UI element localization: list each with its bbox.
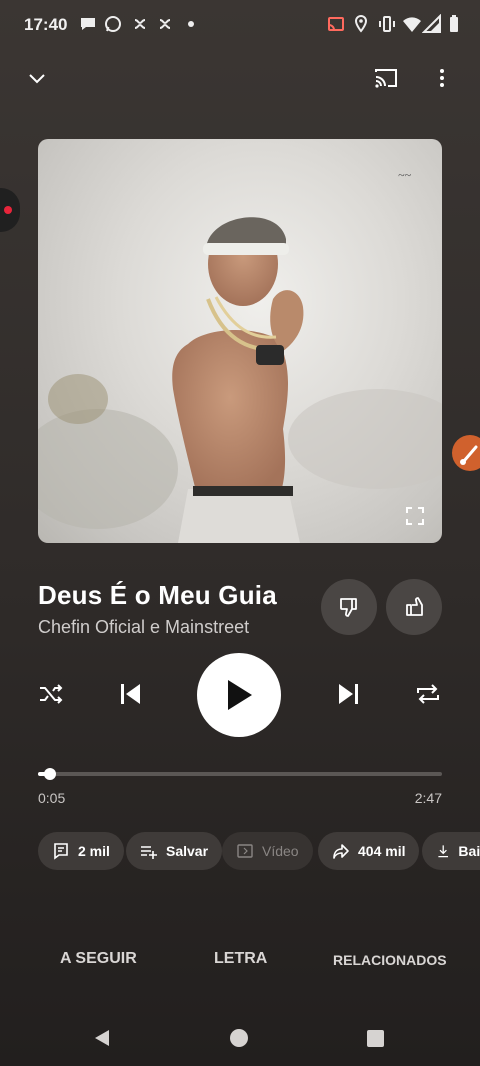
svg-text:~~: ~~ <box>398 168 411 182</box>
comment-icon <box>54 843 68 860</box>
brush-icon <box>460 445 478 465</box>
progress-thumb[interactable] <box>44 768 56 780</box>
thumbs-down-icon <box>340 598 357 617</box>
comments-count: 2 mil <box>78 843 110 859</box>
previous-button[interactable] <box>109 672 153 716</box>
download-icon <box>438 845 449 858</box>
share-count: 404 mil <box>358 843 406 859</box>
chat-notification-icon <box>81 18 95 30</box>
signal-icon <box>422 14 441 33</box>
whatsapp-icon <box>105 16 121 32</box>
nav-recents-button[interactable] <box>367 1030 384 1047</box>
more-options-button[interactable] <box>424 60 460 96</box>
skip-previous-icon <box>121 684 140 704</box>
thumbs-up-icon <box>406 597 423 616</box>
comments-chip[interactable]: 2 mil <box>38 832 124 870</box>
app-notification-icon <box>134 19 146 29</box>
minimize-button[interactable] <box>19 60 55 96</box>
song-title: Deus É o Meu Guia <box>38 580 277 610</box>
repeat-icon <box>417 684 439 704</box>
more-vert-icon <box>440 69 444 87</box>
dislike-button[interactable] <box>321 579 377 635</box>
download-chip[interactable]: Baix <box>422 832 480 870</box>
save-label: Salvar <box>166 843 209 859</box>
nav-back-button[interactable] <box>92 1028 112 1048</box>
status-time: 17:40 <box>24 15 68 34</box>
more-notifications-dot-icon <box>188 21 194 27</box>
play-icon <box>228 680 252 710</box>
tab-lyrics[interactable]: LETRA <box>214 950 267 968</box>
battery-icon <box>450 15 458 32</box>
current-time: 0:05 <box>38 790 66 806</box>
wifi-icon <box>403 17 421 32</box>
video-icon <box>237 844 253 858</box>
repeat-button[interactable] <box>406 672 450 716</box>
tab-related[interactable]: RELACIONADOS <box>333 952 447 968</box>
fullscreen-icon <box>406 507 424 525</box>
app-notification-icon-2 <box>159 19 171 29</box>
back-triangle-icon <box>95 1030 109 1046</box>
video-chip[interactable]: Vídeo <box>222 832 313 870</box>
video-label: Vídeo <box>262 843 299 859</box>
artist-name[interactable]: Chefin Oficial e Mainstreet <box>38 617 249 638</box>
location-icon <box>354 14 368 33</box>
share-chip[interactable]: 404 mil <box>318 832 420 870</box>
next-button[interactable] <box>326 672 370 716</box>
chevron-down-icon <box>29 74 45 84</box>
tab-up-next[interactable]: A SEGUIR <box>60 950 137 968</box>
album-artwork: ~~ <box>38 139 442 543</box>
status-bar: 17:40 <box>0 0 480 50</box>
save-chip[interactable]: Salvar <box>126 832 223 870</box>
vibrate-icon <box>379 16 395 32</box>
nav-home-button[interactable] <box>230 1029 248 1047</box>
total-time: 2:47 <box>414 790 442 806</box>
recording-bubble[interactable] <box>0 188 20 232</box>
record-dot-icon <box>4 206 12 214</box>
cast-button[interactable] <box>368 60 404 96</box>
fullscreen-button[interactable] <box>404 505 426 527</box>
share-icon <box>333 844 349 859</box>
progress-track[interactable] <box>38 772 442 776</box>
download-label: Baix <box>458 843 480 859</box>
floating-brush-bubble[interactable] <box>452 435 480 471</box>
system-nav-bar <box>0 1010 480 1066</box>
skip-next-icon <box>339 684 358 704</box>
shuffle-icon <box>40 684 63 704</box>
shuffle-button[interactable] <box>29 672 73 716</box>
play-button[interactable] <box>197 653 281 737</box>
playlist-add-icon <box>141 846 157 859</box>
cast-status-icon <box>328 17 344 31</box>
like-button[interactable] <box>386 579 442 635</box>
cast-icon <box>375 69 397 88</box>
album-cover-image: ~~ <box>38 168 442 543</box>
